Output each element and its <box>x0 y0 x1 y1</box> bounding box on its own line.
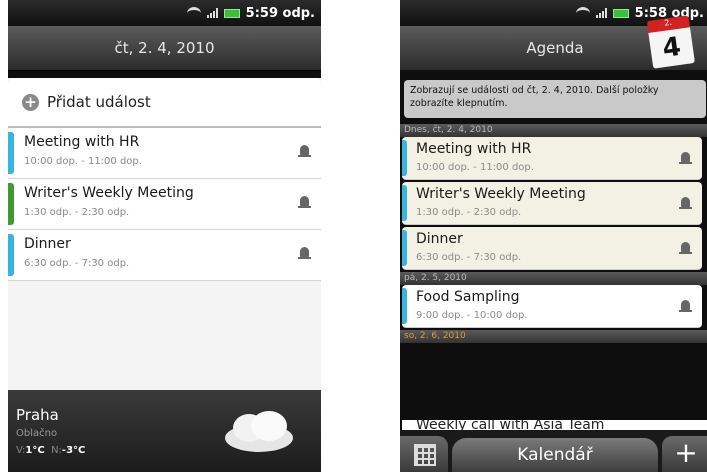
event-color-bar <box>8 183 14 225</box>
event-item[interactable]: Writer's Weekly Meeting 1:30 odp. - 2:30… <box>402 182 702 225</box>
event-time: 6:30 odp. - 7:30 odp. <box>416 252 522 263</box>
battery-icon <box>223 8 240 18</box>
event-title: Writer's Weekly Meeting <box>24 185 194 201</box>
agenda-header: Agenda 2. 4 <box>400 15 707 70</box>
date-header: čt, 2. 4, 2010 <box>8 26 321 71</box>
event-time: 10:00 dop. - 11:00 dop. <box>24 156 142 167</box>
event-color-bar <box>402 288 407 324</box>
event-item[interactable]: Meeting with HR 10:00 dop. - 11:00 dop. <box>402 137 702 180</box>
weather-temps: V:1°C N:-3°C <box>16 445 85 456</box>
reminder-bell-icon <box>679 197 692 209</box>
add-event-button[interactable]: + <box>662 436 707 472</box>
event-color-bar <box>8 234 14 276</box>
day-separator: Dnes, čt, 2. 4, 2010 <box>400 124 707 137</box>
reminder-bell-icon <box>679 152 692 164</box>
add-event-button[interactable]: + Přidat událost <box>8 78 321 128</box>
high-temp: 1°C <box>25 445 45 456</box>
weather-city: Praha <box>16 406 59 424</box>
signal-icon <box>206 8 218 18</box>
event-color-bar <box>402 185 407 221</box>
event-time: 1:30 odp. - 2:30 odp. <box>24 207 130 218</box>
bottom-toolbar: Kalendář + <box>400 430 707 472</box>
event-time: 6:30 odp. - 7:30 odp. <box>24 258 130 269</box>
event-title: Writer's Weekly Meeting <box>416 186 586 202</box>
weather-condition: Oblačno <box>16 428 58 439</box>
event-item-partial[interactable]: Weekly call with Asia Team <box>402 420 707 430</box>
agenda-list: Meeting with HR 10:00 dop. - 11:00 dop. … <box>402 137 702 270</box>
event-color-bar <box>8 132 14 174</box>
calendar-day: 4 <box>648 27 695 69</box>
battery-icon <box>612 8 629 18</box>
event-title: Meeting with HR <box>416 141 532 157</box>
cloud-icon <box>225 411 293 452</box>
right-phone-screen: 5:58 odp. Agenda 2. 4 Zobrazují se událo… <box>400 0 707 472</box>
add-event-label: Přidat událost <box>47 93 151 111</box>
event-time: 9:00 dop. - 10:00 dop. <box>416 310 528 321</box>
event-color-bar <box>402 140 407 176</box>
plus-icon: + <box>22 93 39 111</box>
reminder-bell-icon <box>298 247 311 259</box>
wifi-icon <box>186 6 201 20</box>
event-title: Dinner <box>416 231 463 247</box>
reminder-bell-icon <box>298 196 311 208</box>
calendar-grid-icon <box>414 444 436 466</box>
event-item[interactable]: Food Sampling 9:00 dop. - 10:00 dop. <box>402 285 702 328</box>
left-phone-screen: 5:59 odp. čt, 2. 4, 2010 + Přidat událos… <box>8 0 321 472</box>
day-separator: so, 2. 6, 2010 <box>400 330 707 343</box>
event-list: + Přidat událost Meeting with HR 10:00 d… <box>8 78 321 390</box>
event-color-bar <box>402 230 407 266</box>
low-label: N: <box>51 445 62 456</box>
calendar-button[interactable]: Kalendář <box>452 438 658 472</box>
day-separator: pá, 2. 5, 2010 <box>400 272 707 285</box>
agenda-list: Food Sampling 9:00 dop. - 10:00 dop. <box>402 285 702 328</box>
event-time: 1:30 odp. - 2:30 odp. <box>416 207 522 218</box>
event-item[interactable]: Dinner 6:30 odp. - 7:30 odp. <box>8 230 321 281</box>
agenda-title: Agenda <box>526 39 584 57</box>
event-title: Food Sampling <box>416 289 520 305</box>
event-item[interactable]: Meeting with HR 10:00 dop. - 11:00 dop. <box>8 128 321 179</box>
low-temp: -3°C <box>61 445 86 456</box>
event-item[interactable]: Dinner 6:30 odp. - 7:30 odp. <box>402 227 702 270</box>
agenda-notice[interactable]: Zobrazují se události od čt, 2. 4, 2010.… <box>404 80 706 118</box>
reminder-bell-icon <box>679 242 692 254</box>
event-title: Dinner <box>24 236 71 252</box>
reminder-bell-icon <box>679 300 692 312</box>
reminder-bell-icon <box>298 145 311 157</box>
event-item[interactable]: Writer's Weekly Meeting 1:30 odp. - 2:30… <box>8 179 321 230</box>
status-time: 5:59 odp. <box>245 5 315 21</box>
weather-widget[interactable]: Praha Oblačno V:1°C N:-3°C <box>8 390 321 472</box>
calendar-date-icon: 2. 4 <box>646 15 696 70</box>
event-title: Meeting with HR <box>24 134 140 150</box>
high-label: V: <box>16 445 26 456</box>
status-bar: 5:59 odp. <box>8 0 321 26</box>
wifi-icon <box>575 6 590 20</box>
event-time: 10:00 dop. - 11:00 dop. <box>416 162 534 173</box>
signal-icon <box>595 8 607 18</box>
calendar-view-button[interactable] <box>400 436 448 472</box>
